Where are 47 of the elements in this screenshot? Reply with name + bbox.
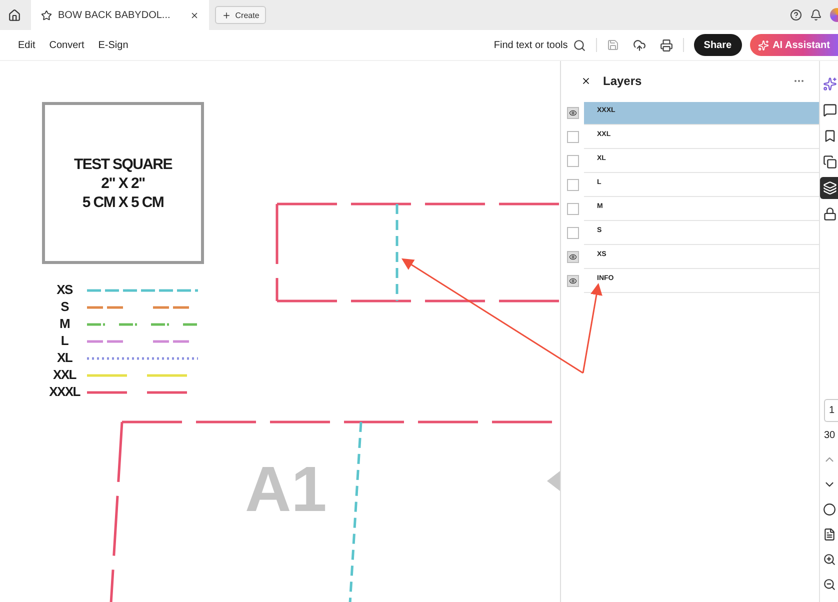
size-label: L [60, 333, 70, 349]
create-button[interactable]: Create [215, 6, 266, 24]
visibility-checkbox[interactable] [567, 203, 579, 215]
page-count: 30 [824, 430, 836, 441]
piece-label: A1 [245, 453, 327, 525]
find-link[interactable]: Find text or tools [494, 40, 568, 50]
size-label: XL [56, 350, 74, 366]
size-label: M [58, 316, 71, 332]
visibility-checkbox[interactable] [567, 107, 579, 119]
visibility-checkbox[interactable] [567, 275, 579, 287]
visibility-checkbox[interactable] [567, 179, 579, 191]
visibility-checkbox[interactable] [567, 251, 579, 263]
test-square-text: 2" X 2" [101, 174, 145, 192]
page-number-field[interactable]: 1 [824, 399, 838, 422]
close-icon[interactable] [581, 76, 591, 86]
test-square-text: TEST SQUARE [74, 154, 172, 174]
panel-title: Layers [603, 74, 643, 88]
share-button[interactable]: Share [694, 34, 742, 56]
home-icon[interactable] [8, 8, 21, 22]
visibility-checkbox[interactable] [567, 227, 579, 239]
ai-assistant-button[interactable]: AI Assistant [750, 34, 838, 56]
print-icon[interactable] [660, 38, 673, 52]
size-label: XS [56, 282, 74, 298]
tab-title: BOW BACK BABYDOL... [58, 10, 170, 20]
size-label: S [60, 299, 70, 315]
bell-icon[interactable] [810, 9, 822, 21]
size-label: XXXL [48, 384, 82, 400]
size-label: XXL [52, 367, 78, 383]
sparkle-icon [758, 40, 769, 50]
visibility-checkbox[interactable] [567, 131, 579, 143]
menu-item[interactable]: Edit [18, 40, 36, 50]
layers-icon[interactable] [820, 177, 838, 199]
upload-icon[interactable] [632, 38, 646, 52]
close-icon[interactable] [190, 10, 200, 20]
zoom-in-icon[interactable] [823, 553, 836, 566]
zoom-out-icon[interactable] [823, 578, 836, 591]
document-icon[interactable] [823, 528, 836, 541]
search-icon[interactable] [572, 38, 586, 52]
help-icon[interactable] [790, 9, 802, 21]
star-icon[interactable] [41, 10, 52, 20]
plus-icon [222, 10, 232, 20]
test-square-text: 5 CM X 5 CM [82, 192, 164, 212]
document-tab[interactable]: BOW BACK BABYDOL... [31, 0, 210, 30]
menu-item[interactable]: Convert [49, 40, 84, 50]
visibility-checkbox[interactable] [567, 155, 579, 167]
menu-item[interactable]: E-Sign [98, 40, 128, 50]
circle-icon[interactable] [823, 503, 836, 516]
